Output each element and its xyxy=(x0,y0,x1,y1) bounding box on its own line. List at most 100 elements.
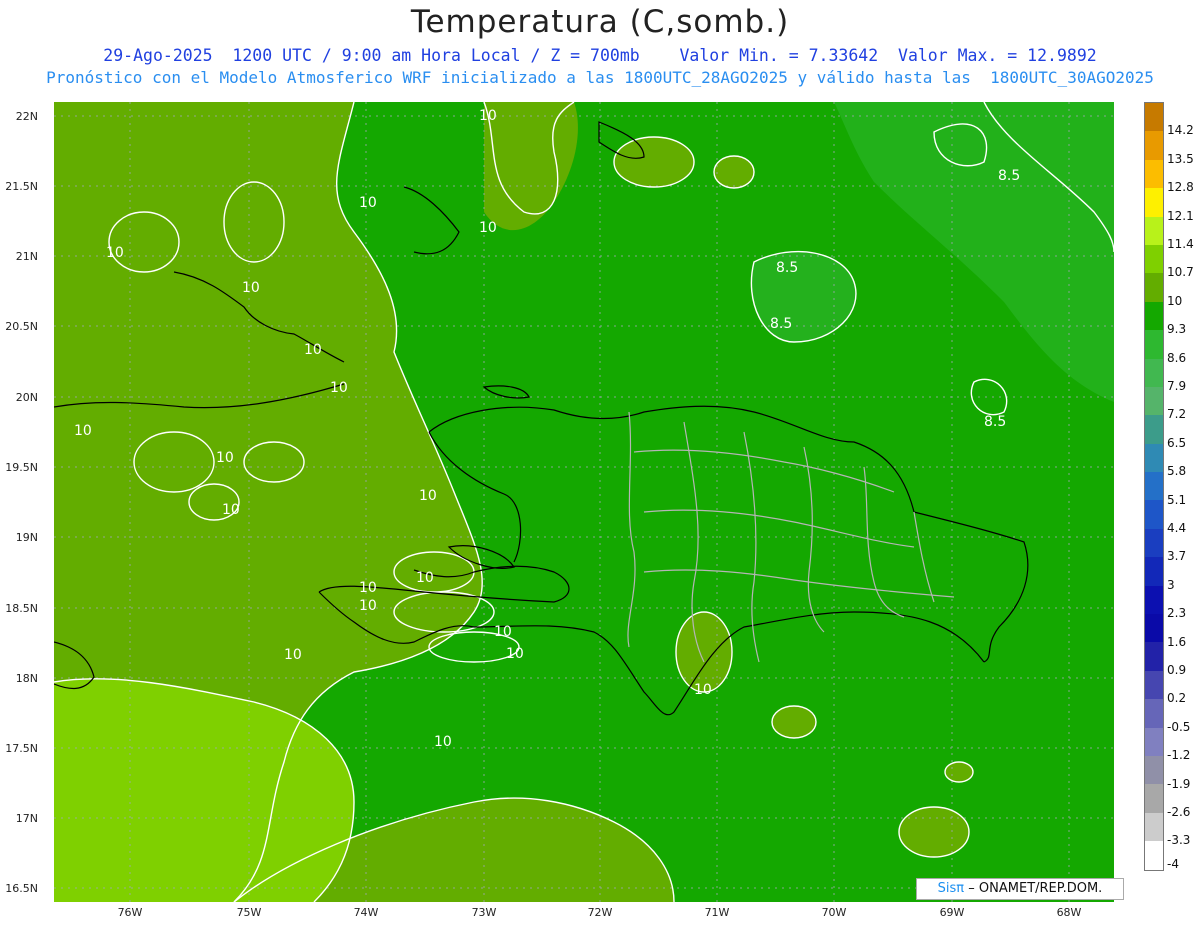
legend-value: 7.2 xyxy=(1167,407,1187,422)
legend-value: 14.2 xyxy=(1167,123,1194,138)
legend-swatch xyxy=(1145,159,1163,189)
legend-value: -1.9 xyxy=(1167,776,1191,791)
lat-label: 21.5N xyxy=(5,180,38,193)
contour-label: 10 xyxy=(359,195,377,211)
legend-value: 12.8 xyxy=(1167,180,1194,195)
contour-label: 10 xyxy=(359,598,377,614)
lat-label: 19.5N xyxy=(5,461,38,474)
contour-label: 10 xyxy=(434,734,452,750)
legend-value: 0.2 xyxy=(1167,691,1187,706)
legend-swatch xyxy=(1145,188,1163,217)
contour-label: 10 xyxy=(419,488,437,504)
color-legend xyxy=(1144,102,1164,871)
legend-value: 11.4 xyxy=(1167,237,1194,251)
lat-label: 18.5N xyxy=(5,602,38,615)
legend-value: 3 xyxy=(1167,577,1175,592)
legend-value: 1.6 xyxy=(1167,634,1187,649)
valid-time-subtitle: 29-Ago-2025 1200 UTC / 9:00 am Hora Loca… xyxy=(103,46,1097,65)
lon-label: 76W xyxy=(117,906,143,919)
lat-label: 19N xyxy=(15,531,38,544)
contour-label: 10 xyxy=(222,502,240,518)
legend-value: 8.6 xyxy=(1167,350,1187,365)
contour-label: 10 xyxy=(479,220,497,236)
legend-swatch xyxy=(1145,131,1163,160)
contour-label: 10 xyxy=(416,570,434,586)
lon-label: 72W xyxy=(587,906,613,919)
contour-label: 10 xyxy=(216,450,234,466)
contour-label: 10 xyxy=(694,682,712,698)
legend-value: -4 xyxy=(1167,856,1179,871)
legend-value: 5.8 xyxy=(1167,464,1187,479)
lat-label: 16.5N xyxy=(5,882,38,895)
legend-swatch xyxy=(1145,500,1163,529)
legend-value: 13.5 xyxy=(1167,151,1194,166)
contour-label: 10 xyxy=(479,108,497,124)
legend-value: 5.1 xyxy=(1167,492,1187,507)
lon-label: 74W xyxy=(353,906,379,919)
contour-label: 10 xyxy=(284,647,302,663)
sis-logo: Sisπ xyxy=(937,881,965,896)
credit-box: Sisπ – ONAMET/REP.DOM. xyxy=(916,878,1124,900)
legend-swatch xyxy=(1145,443,1163,473)
legend-value: 4.4 xyxy=(1167,521,1187,535)
lat-label: 21N xyxy=(15,250,38,263)
legend-value: 10.7 xyxy=(1167,265,1194,280)
lat-label: 17.5N xyxy=(5,742,38,755)
lat-label: 22N xyxy=(15,110,38,123)
legend-value: 6.5 xyxy=(1167,435,1187,450)
legend-value: 12.1 xyxy=(1167,208,1194,223)
lat-label: 17N xyxy=(15,812,38,825)
legend-swatch xyxy=(1145,670,1163,700)
lon-label: 70W xyxy=(821,906,847,919)
legend-value: 7.9 xyxy=(1167,379,1187,393)
legend-value: 3.7 xyxy=(1167,549,1187,564)
legend-value: 0.9 xyxy=(1167,663,1187,677)
contour-label: 8.5 xyxy=(984,414,1006,430)
lat-label: 20N xyxy=(15,391,38,404)
legend-swatch xyxy=(1145,699,1163,728)
legend-value: 9.3 xyxy=(1167,322,1187,337)
legend-value: 10 xyxy=(1167,293,1183,308)
legend-swatch xyxy=(1145,528,1163,558)
lon-label: 69W xyxy=(939,906,965,919)
legend-swatch xyxy=(1145,244,1163,274)
legend-swatch xyxy=(1145,472,1163,501)
legend-swatch xyxy=(1145,216,1163,245)
legend-value: -1.2 xyxy=(1167,748,1191,763)
temperature-map: 10 10 10 10 10 10 10 10 10 10 10 10 10 1… xyxy=(54,102,1114,902)
legend-swatch xyxy=(1145,841,1163,870)
legend-swatch xyxy=(1145,358,1163,387)
contour-label: 10 xyxy=(359,580,377,596)
contour-label: 10 xyxy=(330,380,348,396)
legend-value: 2.3 xyxy=(1167,606,1187,621)
legend-swatch xyxy=(1145,784,1163,813)
legend-swatch xyxy=(1145,557,1163,586)
legend-swatch xyxy=(1145,585,1163,615)
legend-swatch xyxy=(1145,273,1163,302)
legend-swatch xyxy=(1145,386,1163,416)
lon-label: 73W xyxy=(471,906,497,919)
legend-value: -2.6 xyxy=(1167,805,1191,819)
credit-text: – ONAMET/REP.DOM. xyxy=(968,881,1103,896)
lon-label: 68W xyxy=(1056,906,1082,919)
contour-label: 8.5 xyxy=(998,168,1020,184)
lat-label: 20.5N xyxy=(5,320,38,333)
legend-swatch xyxy=(1145,301,1163,331)
legend-value: -3.3 xyxy=(1167,833,1191,848)
contour-label: 10 xyxy=(304,342,322,358)
lon-label: 71W xyxy=(704,906,730,919)
legend-swatch xyxy=(1145,614,1163,643)
legend-swatch xyxy=(1145,812,1163,842)
contour-label: 10 xyxy=(242,280,260,296)
model-run-subtitle: Pronóstico con el Modelo Atmosferico WRF… xyxy=(46,68,1154,87)
contour-label: 10 xyxy=(506,646,524,662)
lon-label: 75W xyxy=(236,906,262,919)
legend-value: -0.5 xyxy=(1167,719,1191,734)
contour-label: 10 xyxy=(494,624,512,640)
legend-swatch xyxy=(1145,415,1163,444)
contour-label: 8.5 xyxy=(776,260,798,276)
legend-swatch xyxy=(1145,755,1163,785)
legend-swatch xyxy=(1145,727,1163,756)
lat-label: 18N xyxy=(15,672,38,685)
legend-swatch xyxy=(1145,642,1163,671)
